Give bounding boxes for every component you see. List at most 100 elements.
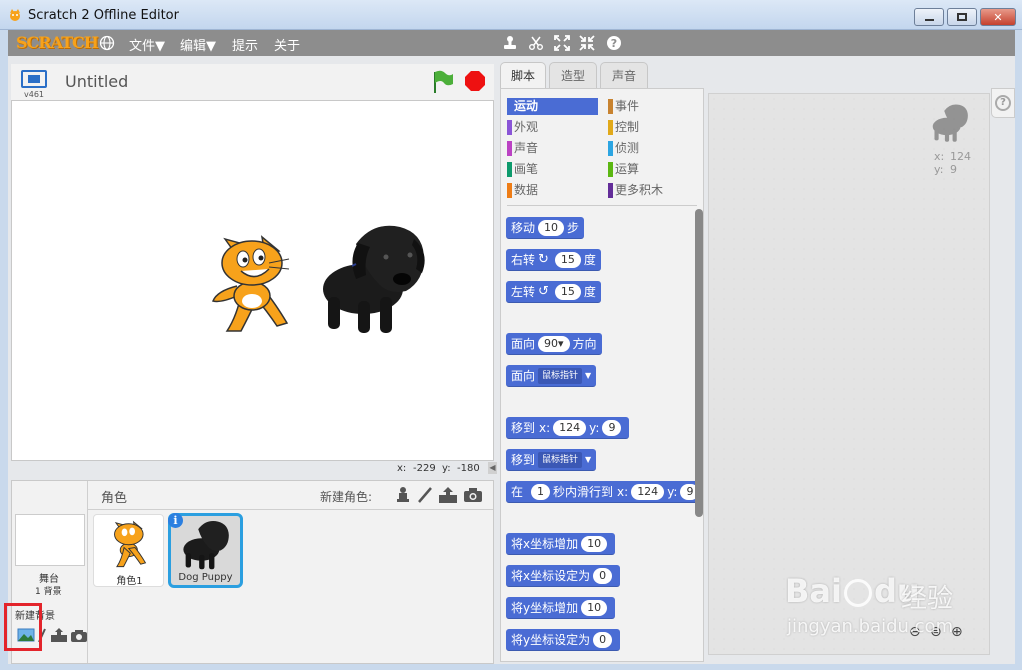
tab-costumes[interactable]: 造型 [549, 62, 597, 88]
scratch-logo[interactable]: SCRATCH [16, 33, 99, 52]
version-label: v461 [24, 90, 45, 99]
stage-canvas[interactable] [11, 100, 494, 461]
new-sprite-label: 新建角色: [320, 490, 373, 504]
sprite-name: Dog Puppy [178, 572, 233, 583]
tab-scripts[interactable]: 脚本 [500, 62, 546, 88]
fullscreen-icon[interactable] [21, 70, 47, 88]
palette-scrollbar[interactable] [695, 209, 703, 517]
green-flag-icon[interactable] [431, 69, 455, 98]
grow-icon[interactable] [553, 34, 571, 52]
mouse-x-label: x: [397, 463, 407, 474]
block-change-x[interactable]: 将x坐标增加 10 [506, 533, 616, 555]
window-title: Scratch 2 Offline Editor [28, 8, 179, 23]
script-area[interactable]: x: 124 y: 9 ⊖ ⊜ ⊕ Bai du 经验 jingyan.baidu… [708, 93, 990, 655]
paint-brush-icon[interactable] [416, 486, 434, 507]
minimize-icon [924, 19, 934, 21]
camera-icon[interactable] [463, 487, 483, 506]
delete-scissors-icon[interactable] [527, 34, 545, 52]
category-sound[interactable]: 声音 [507, 140, 593, 157]
menu-about[interactable]: 关于 [274, 35, 300, 54]
stage-thumbnail[interactable] [15, 514, 85, 566]
category-sensing[interactable]: 侦测 [608, 140, 694, 157]
category-pen[interactable]: 画笔 [507, 161, 593, 178]
palette-divider [507, 205, 697, 206]
sprite-library-icon[interactable] [394, 486, 412, 507]
menu-tips[interactable]: 提示 [232, 35, 258, 54]
sprite-x-value: 124 [950, 150, 971, 163]
sprite-y-label: y: [934, 163, 944, 176]
block-move-steps[interactable]: 移动 10 步 [506, 217, 585, 239]
sprite-preview-dog [932, 104, 968, 142]
baidu-watermark-jingyan: 经验 [901, 584, 954, 614]
help-panel-button[interactable]: ? [991, 88, 1015, 118]
block-set-x[interactable]: 将x坐标设定为 0 [506, 565, 621, 587]
shrink-icon[interactable] [578, 34, 596, 52]
tab-sounds[interactable]: 声音 [600, 62, 648, 88]
menu-file[interactable]: 文件▼ [129, 35, 165, 54]
stage-header: v461 Untitled [11, 64, 494, 100]
category-control[interactable]: 控制 [608, 119, 694, 136]
scratch-cat-icon [10, 9, 20, 21]
block-change-y[interactable]: 将y坐标增加 10 [506, 597, 616, 619]
svg-text:?: ? [611, 37, 617, 50]
stage-backdrop-count: 1 背景 [35, 587, 62, 597]
block-set-y[interactable]: 将y坐标设定为 0 [506, 629, 621, 651]
block-goto[interactable]: 移到 鼠标指针 ▼ [506, 449, 597, 471]
sprite-list-panel: 角色 新建角色: 舞台 1 背景 新建背景 角色1 Dog Puppy i [11, 480, 494, 664]
block-point-towards[interactable]: 面向 鼠标指针 ▼ [506, 365, 597, 387]
maximize-icon [957, 13, 967, 21]
red-highlight-box [4, 603, 42, 651]
editor-main: v461 Untitled x: -229 y: -180 ◀ 角色 新建角色:… [8, 56, 1015, 664]
language-globe-icon[interactable] [98, 34, 116, 52]
stop-sign-icon[interactable] [464, 70, 486, 95]
category-data[interactable]: 数据 [507, 182, 593, 199]
category-operators[interactable]: 运算 [608, 161, 694, 178]
mouse-y-value: -180 [457, 463, 480, 474]
duplicate-stamp-icon[interactable] [501, 34, 519, 52]
upload-sprite-icon[interactable] [438, 486, 458, 507]
block-glide[interactable]: 在 1 秒内滑行到 x: 124 y: 9 [506, 481, 703, 503]
block-turn-left[interactable]: 左转 ↺ 15 度 [506, 281, 601, 303]
help-icon[interactable]: ? [605, 34, 623, 52]
close-icon: ✕ [993, 10, 1003, 24]
camera-backdrop-icon[interactable] [70, 629, 88, 646]
category-looks[interactable]: 外观 [507, 119, 593, 136]
cat-thumbnail [114, 520, 147, 568]
sprites-header: 角色 [101, 491, 128, 506]
rotate-cw-icon: ↻ [538, 252, 549, 267]
baidu-paw-icon [843, 579, 872, 607]
menu-edit[interactable]: 编辑▼ [180, 35, 216, 54]
project-title-input[interactable]: Untitled [65, 72, 128, 91]
maximize-button[interactable] [947, 8, 977, 26]
block-goto-xy[interactable]: 移到 x: 124 y: 9 [506, 417, 630, 439]
stage-panel: v461 Untitled x: -229 y: -180 ◀ [11, 64, 497, 474]
category-motion[interactable]: 运动 [507, 98, 598, 115]
category-events[interactable]: 事件 [608, 98, 694, 115]
block-palette: 运动 外观 声音 画笔 数据 事件 控制 侦测 运算 更多积木 移动 10 步 右转… [500, 88, 704, 662]
upload-backdrop-icon[interactable] [50, 627, 68, 646]
menu-bar: SCRATCH 文件▼ 编辑▼ 提示 关于 ? [8, 30, 1015, 56]
close-button[interactable]: ✕ [980, 8, 1016, 26]
sprite-info-icon[interactable]: i [168, 513, 183, 528]
sprite-x-label: x: [934, 150, 945, 163]
baidu-watermark-brand: Bai du [785, 572, 920, 610]
sprite-y-value: 9 [950, 163, 957, 176]
mouse-y-label: y: [442, 463, 451, 474]
category-more-blocks[interactable]: 更多积木 [608, 182, 694, 199]
help-circle-icon: ? [995, 95, 1011, 111]
sprite-name: 角色1 [116, 576, 143, 587]
dog-puppy-sprite[interactable] [318, 219, 433, 339]
sprite-header-divider [88, 509, 493, 510]
mouse-x-value: -229 [413, 463, 436, 474]
stage-name: 舞台 [39, 574, 59, 585]
block-turn-right[interactable]: 右转 ↻ 15 度 [506, 249, 601, 271]
dog-thumbnail [183, 521, 229, 570]
block-point-direction[interactable]: 面向 90▾ 方向 [506, 333, 602, 355]
minimize-button[interactable] [914, 8, 944, 26]
window-titlebar: Scratch 2 Offline Editor ✕ [0, 0, 1022, 30]
rotate-ccw-icon: ↺ [538, 284, 549, 299]
sprite-tile[interactable]: 角色1 [93, 514, 164, 587]
scratch-cat-sprite[interactable] [207, 231, 302, 336]
baidu-watermark-url: jingyan.baidu.com [787, 616, 954, 637]
collapse-stage-arrow-icon[interactable]: ◀ [488, 462, 497, 474]
